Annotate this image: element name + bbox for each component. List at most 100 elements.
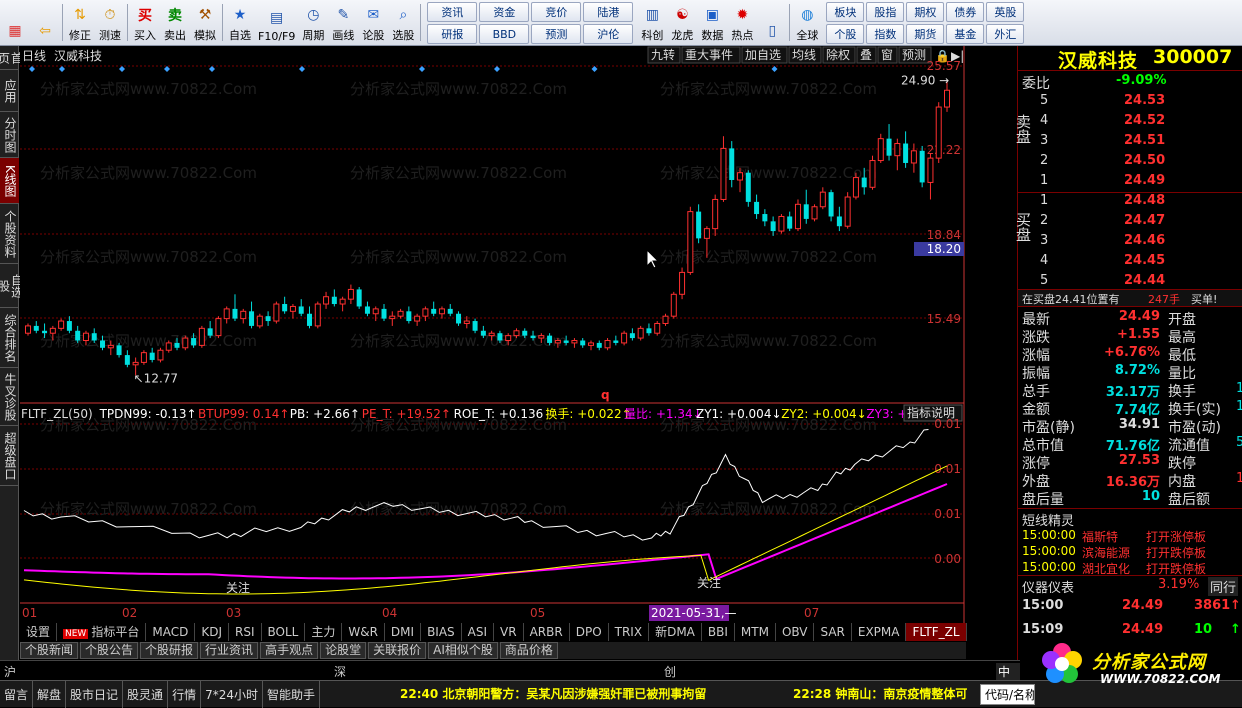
short-action: 打开涨停板 (1146, 530, 1207, 544)
buy-price: 24.47 (1124, 213, 1166, 228)
indicator-tab-6[interactable]: BOLL (262, 623, 306, 641)
grid-button-1[interactable]: 资讯 (427, 2, 478, 22)
info-tab-6[interactable]: 论股堂 (320, 642, 367, 659)
toolbar-button-b2[interactable]: ☯ 龙虎 (667, 0, 697, 45)
status-item-1[interactable]: 留言 (0, 681, 34, 708)
indicator-tab-7[interactable]: 主力 (305, 623, 343, 641)
indicator-tab-8[interactable]: W&R (342, 623, 385, 641)
index-sh[interactable]: 沪 (4, 663, 16, 680)
toolbar-button-label: 热点 (731, 29, 754, 42)
kline-chart-svg[interactable]: 分析家公式网www.70822.Com 分析家公式网www.70822.Com 分析… (20, 46, 973, 623)
toolbar-button-2[interactable]: ⇦ (30, 0, 60, 45)
indicator-tab-9[interactable]: DMI (385, 623, 422, 641)
indicator-tab-21[interactable]: EXPMA (852, 623, 907, 641)
grid-button-6[interactable]: BBD (479, 24, 530, 44)
info-tab-5[interactable]: 高手观点 (260, 642, 319, 659)
indicator-tab-4[interactable]: KDJ (195, 623, 229, 641)
left-nav-item-8[interactable]: 牛叉诊股 (0, 368, 19, 426)
left-nav-item-3[interactable]: 分时图 (0, 112, 19, 158)
index-cy[interactable]: 创 (664, 663, 676, 680)
indicator-tab-20[interactable]: SAR (814, 623, 852, 641)
left-nav-item-1[interactable]: 首页 (0, 46, 24, 70)
grid-button-5[interactable]: 研报 (427, 24, 478, 44)
market-button-6[interactable]: 个股 (826, 24, 865, 44)
info-tab-8[interactable]: AI相似个股 (428, 642, 498, 659)
market-button-8[interactable]: 期货 (906, 24, 945, 44)
market-button-5[interactable]: 英股 (986, 2, 1025, 22)
indicator-tab-label: ARBR (529, 625, 563, 639)
toolbar-button-8[interactable]: ★ 自选 (225, 0, 255, 45)
toolbar-button-12[interactable]: ✉ 论股 (358, 0, 388, 45)
toolbar-button-9[interactable]: ▤ F10/F9 (255, 0, 298, 45)
toolbar-button-3[interactable]: ⇅ 修正 (65, 0, 95, 45)
status-item-4[interactable]: 股灵通 (123, 681, 169, 708)
toolbar-button-11[interactable]: ✎ 画线 (328, 0, 358, 45)
toolbar-button-6[interactable]: 卖卖出 (160, 0, 190, 45)
indicator-tab-14[interactable]: DPO (570, 623, 609, 641)
status-item-3[interactable]: 股市日记 (66, 681, 124, 708)
grid-button-2[interactable]: 资金 (479, 2, 530, 22)
indicator-tab-22[interactable]: FLTF_ZL (906, 623, 967, 641)
indicator-tab-10[interactable]: BIAS (421, 623, 462, 641)
indicator-tab-1[interactable]: 设置 (20, 623, 58, 641)
short-stock: 滨海能源 (1082, 546, 1131, 560)
status-item-2[interactable]: 解盘 (33, 681, 67, 708)
info-tab-7[interactable]: 关联报价 (368, 642, 427, 659)
market-button-9[interactable]: 基金 (946, 24, 985, 44)
info-tab-1[interactable]: 个股新闻 (20, 642, 79, 659)
toolbar-button-b3[interactable]: ▣ 数据 (697, 0, 727, 45)
grid-button-7[interactable]: 预测 (531, 24, 582, 44)
indicator-tab-11[interactable]: ASI (462, 623, 495, 641)
left-nav-item-2[interactable]: 应用 (0, 70, 19, 112)
indicator-tab-13[interactable]: ARBR (524, 623, 570, 641)
left-nav-item-9[interactable]: 超级盘口 (0, 426, 19, 486)
sell-price: 24.49 (1124, 173, 1166, 188)
status-item-5[interactable]: 行情 (168, 681, 202, 708)
indicator-tab-12[interactable]: VR (494, 623, 524, 641)
indicator-tab-3[interactable]: MACD (146, 623, 196, 641)
weibi-label: 委比 (1022, 76, 1050, 92)
toolbar-button-1[interactable]: ▦ (0, 0, 30, 45)
toolbar-button-13[interactable]: ⌕ 选股 (388, 0, 418, 45)
indicator-tab-18[interactable]: MTM (735, 623, 776, 641)
index-sz[interactable]: 深 (334, 663, 346, 680)
market-button-7[interactable]: 指数 (866, 24, 905, 44)
market-button-3[interactable]: 期权 (906, 2, 945, 22)
toolbar-button-10[interactable]: ◷ 周期 (298, 0, 328, 45)
toolbar-button-7[interactable]: ⚒ 模拟 (190, 0, 220, 45)
market-button-1[interactable]: 板块 (826, 2, 865, 22)
toolbar-button-4[interactable]: ⏱ 测速 (95, 0, 125, 45)
status-item-6[interactable]: 7*24小时 (201, 681, 263, 708)
toolbar-button-b4[interactable]: ✹ 热点 (727, 0, 757, 45)
info-tab-9[interactable]: 商品价格 (499, 642, 558, 659)
indicator-tab-15[interactable]: TRIX (609, 623, 650, 641)
indicator-tab-5[interactable]: RSI (229, 623, 262, 641)
indicator-tab-16[interactable]: 新DMA (649, 623, 702, 641)
toolbar-button-b5[interactable]: ▯ (757, 0, 787, 45)
grid-button-8[interactable]: 沪伦 (583, 24, 634, 44)
left-nav-item-7[interactable]: 综合排名 (0, 308, 19, 368)
info-tab-4[interactable]: 行业资讯 (200, 642, 259, 659)
status-item-7[interactable]: 智能助手 (263, 681, 320, 708)
toolbar-button-b1[interactable]: ▥ 科创 (637, 0, 667, 45)
info-tab-2[interactable]: 个股公告 (80, 642, 139, 659)
left-nav-item-4[interactable]: K线图 (0, 158, 19, 204)
buy-level: 5 (1040, 273, 1049, 288)
market-button-4[interactable]: 债券 (946, 2, 985, 22)
toolbar-button-5[interactable]: 买买入 (130, 0, 160, 45)
indicator-tab-19[interactable]: OBV (776, 623, 815, 641)
market-button-2[interactable]: 股指 (866, 2, 905, 22)
left-nav-item-5[interactable]: 个股资料 (0, 204, 19, 264)
indicator-tab-17[interactable]: BBI (702, 623, 735, 641)
chart-area[interactable]: 分析家公式网www.70822.Com 分析家公式网www.70822.Com 分析… (20, 46, 973, 623)
indicator-tab-2[interactable]: NEW 指标平台 (57, 623, 147, 641)
global-button[interactable]: ◍ 全球 (792, 0, 822, 45)
code-search-input[interactable]: 代码/名称 (980, 684, 1035, 705)
news-ticker-1[interactable]: 22:40 北京朝阳警方：吴某凡因涉嫌强奸罪已被刑事拘留 (400, 685, 706, 702)
info-tab-3[interactable]: 个股研报 (140, 642, 199, 659)
left-nav-item-6[interactable]: 自选股 (0, 264, 24, 308)
grid-button-3[interactable]: 竞价 (531, 2, 582, 22)
news-ticker-2[interactable]: 22:28 钟南山：南京疫情整体可 (793, 685, 967, 702)
grid-button-4[interactable]: 陆港 (583, 2, 634, 22)
market-button-10[interactable]: 外汇 (986, 24, 1025, 44)
